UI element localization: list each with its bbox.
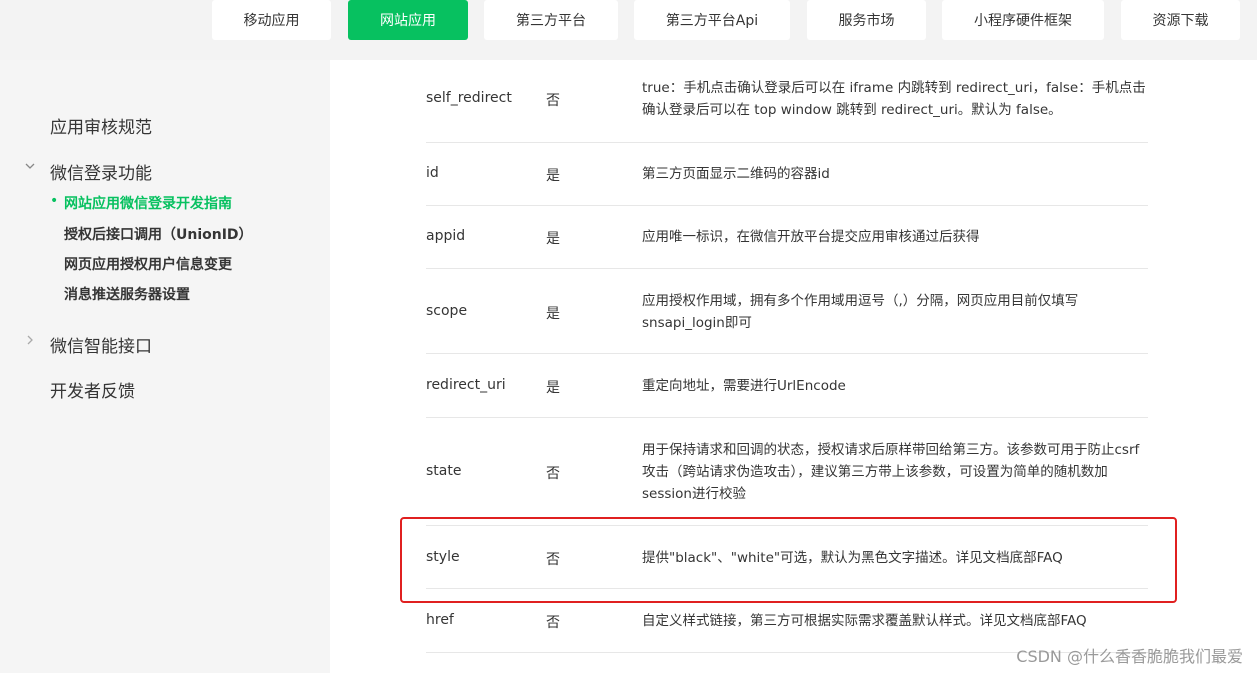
param-name: scope [426, 303, 468, 319]
sidebar-group-review-spec[interactable]: 应用审核规范 [50, 113, 152, 138]
param-description: 用于保持请求和回调的状态，授权请求后原样带回给第三方。该参数可用于防止csrf攻… [642, 442, 1140, 502]
sidebar-group-smart-api[interactable]: 微信智能接口 [50, 332, 152, 357]
param-name: id [426, 165, 439, 181]
param-description: 应用授权作用域，拥有多个作用域用逗号（,）分隔，网页应用目前仅填写snsapi_… [642, 293, 1079, 331]
param-name: href [426, 612, 454, 628]
sidebar-item-unionid[interactable]: 授权后接口调用（UnionID） [64, 224, 253, 244]
param-description: 自定义样式链接，第三方可根据实际需求覆盖默认样式。详见文档底部FAQ [642, 613, 1087, 629]
tab-mobile-app[interactable]: 移动应用 [212, 0, 331, 40]
param-description: 第三方页面显示二维码的容器id [642, 166, 830, 182]
param-description: 重定向地址，需要进行UrlEncode [642, 378, 846, 394]
sidebar-group-wechat-login[interactable]: 微信登录功能 [50, 159, 152, 184]
chevron-down-icon[interactable] [24, 160, 36, 176]
param-name: state [426, 463, 462, 479]
sidebar-item-push-server[interactable]: 消息推送服务器设置 [64, 284, 190, 304]
param-required: 是 [546, 168, 560, 184]
param-name: appid [426, 228, 466, 244]
tab-third-party-api[interactable]: 第三方平台Api [634, 0, 790, 40]
active-dot-icon: • [50, 193, 59, 209]
tab-third-party-platform[interactable]: 第三方平台 [484, 0, 618, 40]
tab-service-market[interactable]: 服务市场 [807, 0, 926, 40]
param-required: 否 [546, 615, 560, 631]
sidebar [0, 60, 330, 673]
sidebar-item-website-login-guide[interactable]: 网站应用微信登录开发指南 [64, 193, 232, 213]
param-required: 是 [546, 380, 560, 396]
chevron-right-icon[interactable] [24, 334, 36, 350]
param-required: 否 [546, 93, 560, 109]
param-description: true：手机点击确认登录后可以在 iframe 内跳转到 redirect_u… [642, 80, 1146, 118]
tab-mini-program-hardware[interactable]: 小程序硬件框架 [942, 0, 1104, 40]
sidebar-item-user-info-change[interactable]: 网页应用授权用户信息变更 [64, 254, 232, 274]
watermark: CSDN @什么香香脆脆我们最爱 [1016, 647, 1243, 666]
param-required: 否 [546, 466, 560, 482]
param-required: 是 [546, 306, 560, 322]
highlight-box [400, 517, 1177, 603]
param-description: 应用唯一标识，在微信开放平台提交应用审核通过后获得 [642, 229, 980, 245]
tab-website-app[interactable]: 网站应用 [348, 0, 468, 40]
param-name: redirect_uri [426, 377, 506, 393]
tab-resource-download[interactable]: 资源下载 [1121, 0, 1240, 40]
param-required: 是 [546, 231, 560, 247]
top-nav-bar: 移动应用 网站应用 第三方平台 第三方平台Api 服务市场 小程序硬件框架 资源… [0, 0, 1257, 60]
param-name: self_redirect [426, 90, 512, 106]
sidebar-group-feedback[interactable]: 开发者反馈 [50, 377, 135, 402]
